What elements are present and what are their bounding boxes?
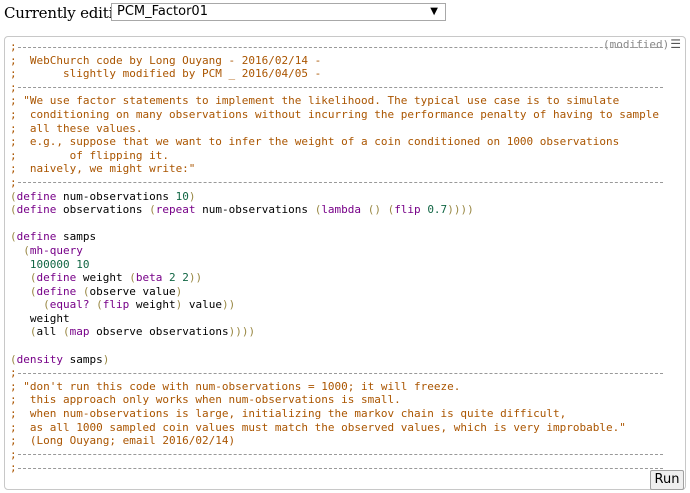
code-line: (all (map observe observations)))) (29, 325, 256, 339)
chevron-down-icon: ▼ (430, 6, 438, 17)
code-editor[interactable]: (modified)☰ ; ; WebChurch code by Long O… (4, 36, 686, 490)
menu-icon[interactable]: ☰ (670, 37, 681, 51)
code-line: 100000 10 (29, 257, 90, 271)
code-line: ; all these values. (10, 121, 143, 135)
code-line: ; e.g., suppose that we want to infer th… (10, 135, 620, 149)
code-line: (define (observe value) (29, 284, 183, 298)
code-line: ; (10, 40, 663, 53)
code-line: (define weight (beta 2 2)) (29, 271, 203, 285)
code-line: ; naively, we might write:" (10, 162, 196, 176)
code-line: ; (10, 176, 663, 189)
selected-program-value: PCM_Factor01 (117, 4, 208, 19)
code-text[interactable]: ; ; WebChurch code by Long Ouyang - 2016… (10, 40, 663, 475)
code-line: (density samps) (10, 352, 110, 366)
code-line: ; (Long Ouyang; email 2016/02/14) (10, 434, 236, 448)
code-line: ; of flipping it. (10, 148, 169, 162)
code-line: ; (10, 81, 663, 94)
code-line: weight (10, 311, 70, 325)
code-line: ; WebChurch code by Long Ouyang - 2016/0… (10, 53, 322, 67)
code-line: ; as all 1000 sampled coin values must m… (10, 420, 626, 434)
run-button[interactable]: Run (650, 470, 684, 490)
code-line: (equal? (flip weight) value)) (43, 298, 236, 312)
code-line: ; (10, 461, 663, 474)
code-line: ; this approach only works when num-obse… (10, 393, 401, 407)
code-line: (define samps (10, 230, 97, 244)
code-line: (mh-query (23, 243, 83, 257)
code-line: (define observations (repeat num-observa… (10, 203, 474, 217)
code-line: ; "We use factor statements to implement… (10, 94, 620, 108)
code-line: (define num-observations 10) (10, 189, 196, 203)
code-line: ; (10, 448, 663, 461)
program-select[interactable]: PCM_Factor01 ▼ (111, 3, 446, 21)
code-line: ; "don't run this code with num-observat… (10, 379, 461, 393)
code-line: ; when num-observations is large, initia… (10, 407, 567, 421)
code-line: ; slightly modified by PCM _ 2016/04/05 … (10, 67, 322, 81)
code-line: ; (10, 366, 663, 379)
code-line: ; conditioning on many observations with… (10, 107, 660, 121)
